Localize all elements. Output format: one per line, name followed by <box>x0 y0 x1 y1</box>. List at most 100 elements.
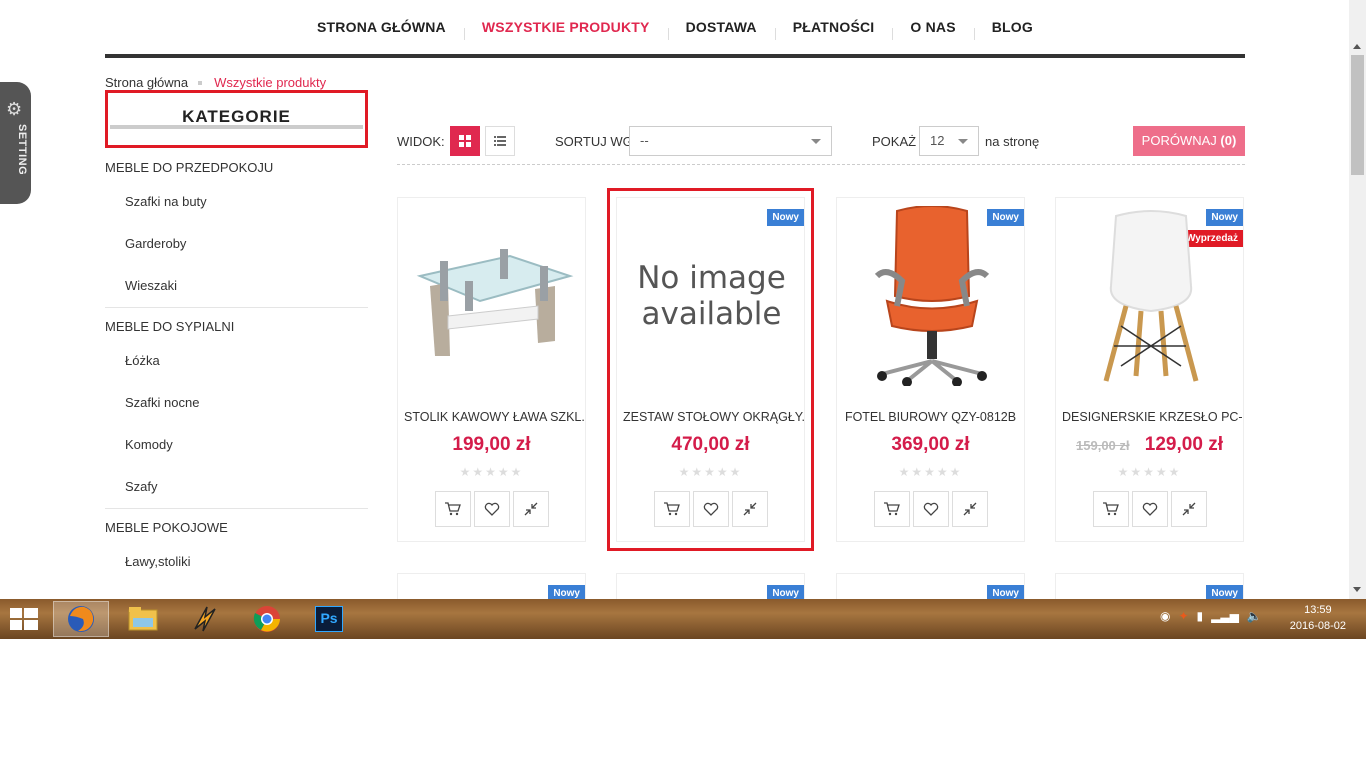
wishlist-button[interactable] <box>473 491 510 527</box>
category-list: MEBLE DO PRZEDPOKOJU Szafki na buty Gard… <box>105 155 368 583</box>
wishlist-button[interactable] <box>692 491 729 527</box>
tray-battery-icon[interactable]: ▮ <box>1197 609 1204 623</box>
product-price-current: 129,00 zł <box>1144 434 1223 455</box>
subcategory-hangers[interactable]: Wieszaki <box>105 265 368 307</box>
heart-icon <box>1142 502 1157 516</box>
product-price: 159,00 zł 129,00 zł <box>1056 434 1243 456</box>
page-scrollbar[interactable] <box>1349 0 1366 600</box>
taskbar-winamp[interactable] <box>177 601 233 637</box>
chevron-down-icon <box>811 139 821 144</box>
tray-app-icon[interactable]: ✦ <box>1178 609 1188 623</box>
category-living-room[interactable]: MEBLE POKOJOWE <box>105 515 368 541</box>
product-name[interactable]: ZESTAW STOŁOWY OKRĄGŁY... <box>617 410 804 424</box>
category-hallway[interactable]: MEBLE DO PRZEDPOKOJU <box>105 155 368 181</box>
add-to-cart-button[interactable] <box>873 491 910 527</box>
product-image[interactable] <box>408 203 577 388</box>
heart-icon <box>484 502 499 516</box>
add-to-cart-button[interactable] <box>1092 491 1129 527</box>
taskbar-chrome[interactable] <box>239 601 295 637</box>
product-actions <box>398 491 585 527</box>
taskbar-file-explorer[interactable] <box>115 601 171 637</box>
rating-stars: ★★★★★ <box>1117 465 1182 479</box>
winamp-icon <box>194 606 216 632</box>
list-view-button[interactable] <box>485 126 515 156</box>
add-to-cart-button[interactable] <box>434 491 471 527</box>
nav-item-payments[interactable]: PŁATNOŚCI <box>774 0 893 54</box>
heart-icon <box>923 502 938 516</box>
grid-icon <box>459 135 471 147</box>
tray-signal-icon[interactable]: ▂▃▅ <box>1211 609 1239 623</box>
categories-heading-box: KATEGORIE <box>105 90 368 148</box>
nav-item-blog[interactable]: BLOG <box>973 0 1051 54</box>
nav-underline-bar <box>105 54 1245 58</box>
category-group: MEBLE DO SYPIALNI Łóżka Szafki nocne Kom… <box>105 314 368 509</box>
product-image[interactable] <box>1066 203 1235 388</box>
compare-icon <box>963 502 976 516</box>
setting-tab[interactable]: ⚙ SETTING <box>0 82 31 204</box>
product-name[interactable]: FOTEL BIUROWY QZY-0812B <box>837 410 1024 424</box>
gear-icon: ⚙ <box>6 99 23 119</box>
rating-stars: ★★★★★ <box>678 465 743 479</box>
compare-product-button[interactable] <box>1170 491 1207 527</box>
subcategory-beds[interactable]: Łóżka <box>105 340 368 382</box>
nav-item-all-products[interactable]: WSZYSTKIE PRODUKTY <box>463 0 668 58</box>
scroll-down-arrow[interactable] <box>1353 587 1361 592</box>
product-card[interactable]: STOLIK KAWOWY ŁAWA SZKL... 199,00 zł ★★★… <box>397 197 586 542</box>
product-price-current: 199,00 zł <box>452 434 531 455</box>
compare-button-label: PORÓWNAJ <box>1141 133 1217 148</box>
scrollbar-thumb[interactable] <box>1351 55 1364 175</box>
wishlist-button[interactable] <box>912 491 949 527</box>
sort-select-value: -- <box>640 133 649 148</box>
add-to-cart-button[interactable] <box>653 491 690 527</box>
system-tray: ◉ ✦ ▮ ▂▃▅ 🔈 <box>1160 609 1262 623</box>
product-card[interactable]: Nowy FOTEL BIUROWY QZY-0812B 369,00 zł ★… <box>836 197 1025 542</box>
grid-view-button[interactable] <box>450 126 480 156</box>
product-actions <box>617 491 804 527</box>
compare-product-button[interactable] <box>731 491 768 527</box>
compare-icon <box>743 502 756 516</box>
subcategory-dressers[interactable]: Komody <box>105 424 368 466</box>
chrome-icon <box>253 606 280 632</box>
compare-product-button[interactable] <box>951 491 988 527</box>
product-image[interactable]: No image available <box>627 203 796 388</box>
toolbar-divider <box>397 164 1245 165</box>
nav-item-about[interactable]: O NAS <box>892 0 973 54</box>
nav-item-home[interactable]: STRONA GŁÓWNA <box>299 0 464 54</box>
breadcrumb-home[interactable]: Strona główna <box>105 75 188 90</box>
product-name[interactable]: DESIGNERSKIE KRZESŁO PC-... <box>1056 410 1243 424</box>
subcategory-nightstands[interactable]: Szafki nocne <box>105 382 368 424</box>
scroll-up-arrow[interactable] <box>1353 44 1361 49</box>
product-card[interactable]: Nowy No image available ZESTAW STOŁOWY O… <box>607 188 814 551</box>
taskbar-firefox[interactable] <box>53 601 109 637</box>
product-image[interactable] <box>847 203 1016 388</box>
categories-title: KATEGORIE <box>182 107 291 126</box>
breadcrumb: Strona główna Wszystkie produkty <box>105 75 326 90</box>
cart-icon <box>1102 502 1119 516</box>
nav-item-delivery[interactable]: DOSTAWA <box>667 0 775 54</box>
compare-button[interactable]: PORÓWNAJ (0) <box>1133 126 1245 156</box>
chevron-down-icon <box>958 139 968 144</box>
sort-select[interactable]: -- <box>629 126 832 156</box>
taskbar-photoshop[interactable]: Ps <box>301 601 357 637</box>
product-card[interactable]: Nowy Wyprzedaż DESIGNERSKIE KRZESŁO PC-.… <box>1055 197 1244 542</box>
clock-time: 13:59 <box>1304 604 1332 616</box>
main-nav: STRONA GŁÓWNA WSZYSTKIE PRODUKTY DOSTAWA… <box>105 0 1245 58</box>
per-page-select[interactable]: 12 <box>919 126 979 156</box>
subcategory-shoe-cabinets[interactable]: Szafki na buty <box>105 181 368 223</box>
product-price-old: 159,00 zł <box>1076 438 1130 453</box>
tray-volume-icon[interactable]: 🔈 <box>1247 609 1262 623</box>
compare-product-button[interactable] <box>512 491 549 527</box>
wishlist-button[interactable] <box>1131 491 1168 527</box>
taskbar-clock[interactable]: 13:59 2016-08-02 <box>1290 602 1346 634</box>
view-label: WIDOK: <box>397 134 445 149</box>
category-bedroom[interactable]: MEBLE DO SYPIALNI <box>105 314 368 340</box>
tray-webcam-icon[interactable]: ◉ <box>1160 609 1170 623</box>
designer-chair-image <box>1103 209 1198 382</box>
subcategory-coffee-tables[interactable]: Ławy,stoliki <box>105 541 368 583</box>
subcategory-wardrobes[interactable]: Garderoby <box>105 223 368 265</box>
windows-start-icon[interactable] <box>10 608 38 630</box>
subcategory-closets[interactable]: Szafy <box>105 466 368 508</box>
setting-tab-label: SETTING <box>16 124 28 176</box>
product-name[interactable]: STOLIK KAWOWY ŁAWA SZKL... <box>398 410 585 424</box>
category-group: MEBLE DO PRZEDPOKOJU Szafki na buty Gard… <box>105 155 368 308</box>
